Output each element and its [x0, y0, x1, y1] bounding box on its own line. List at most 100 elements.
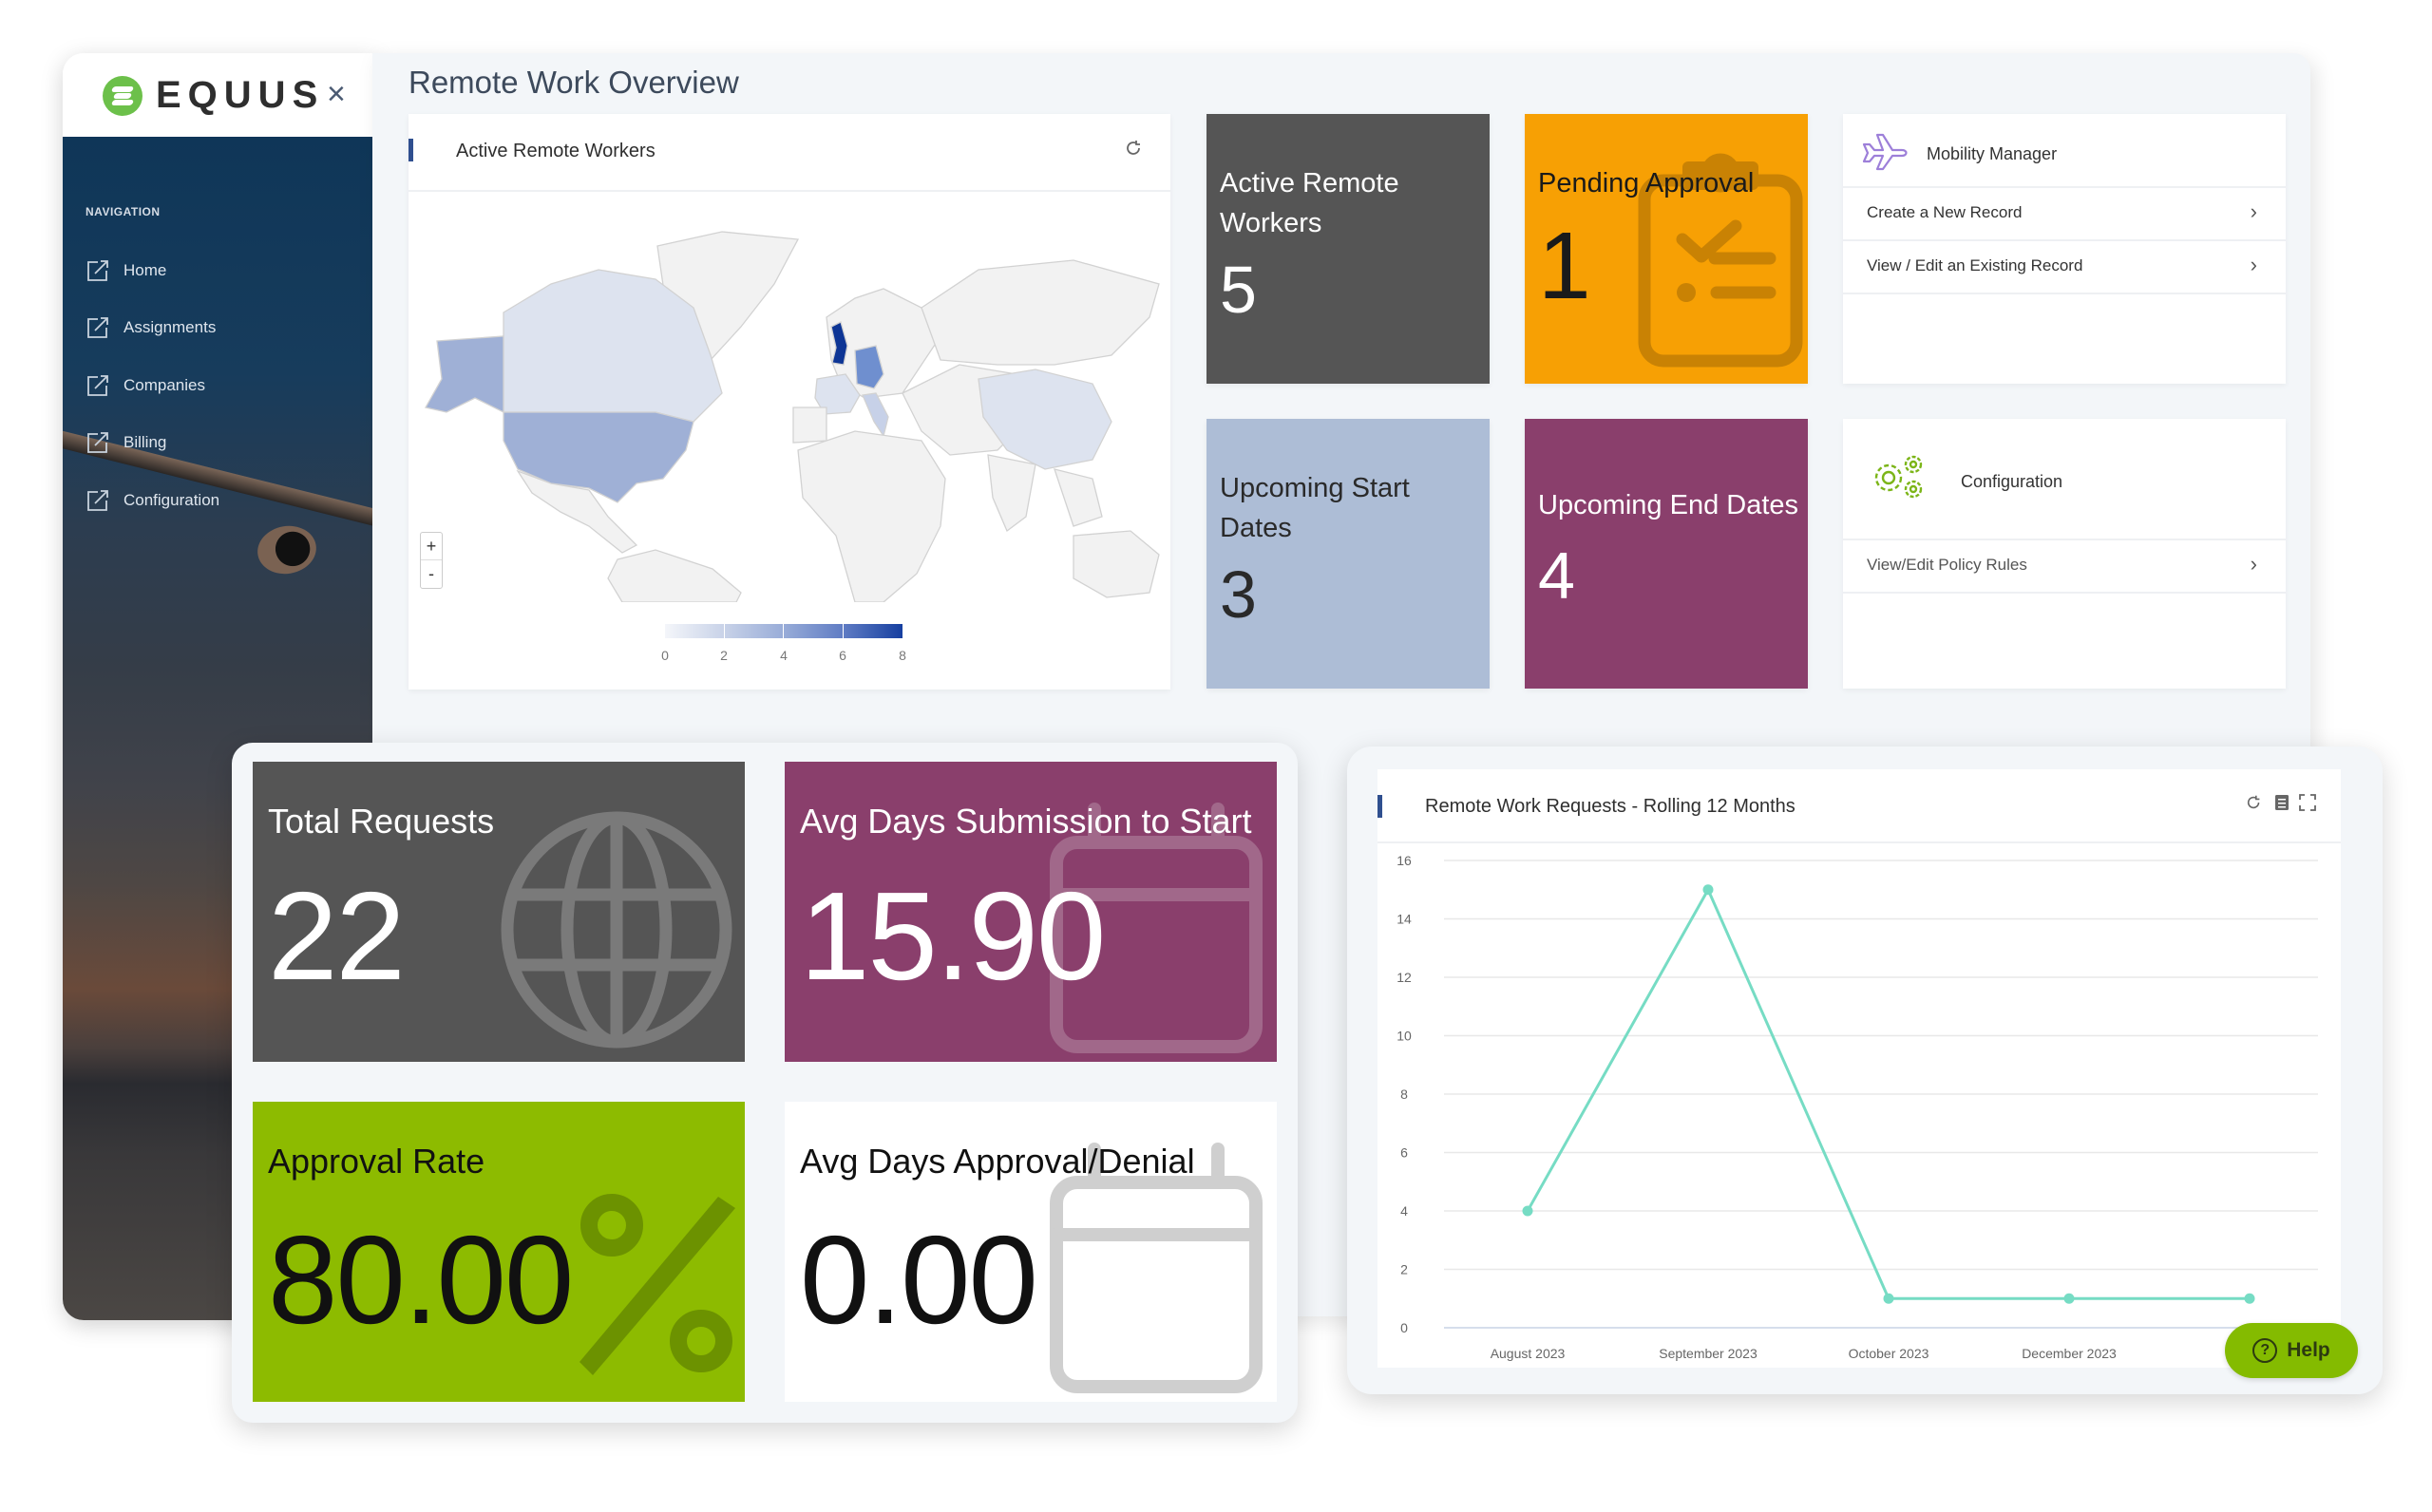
kpi-avg-days-submission-to-start[interactable]: Avg Days Submission to Start 15.90 — [785, 762, 1277, 1062]
kpi-approval-rate[interactable]: Approval Rate 80.00 — [253, 1102, 745, 1402]
tile-active-remote-workers[interactable]: Active Remote Workers 5 — [1206, 114, 1490, 384]
legend-tick: 0 — [661, 648, 669, 663]
y-tick-label: 16 — [1396, 853, 1412, 868]
brand-logo: EQUUS — [103, 74, 324, 117]
remote-work-requests-chart-card: Remote Work Requests - Rolling 12 Months… — [1378, 769, 2341, 1368]
y-tick-label: 12 — [1396, 970, 1412, 985]
sidebar-item-assignments[interactable]: Assignments — [86, 315, 216, 340]
tile-upcoming-start-dates[interactable]: Upcoming Start Dates 3 — [1206, 419, 1490, 689]
help-button[interactable]: ? Help — [2225, 1323, 2358, 1378]
country-alaska — [425, 335, 504, 414]
tile-label: Pending Approval — [1538, 168, 1755, 198]
tile-label: Upcoming End Dates — [1538, 490, 1799, 520]
tile-label: Active Remote Workers — [1220, 168, 1399, 238]
map-zoom-in-button[interactable]: + — [421, 533, 442, 560]
legend-tick: 4 — [780, 648, 788, 663]
tile-value: 1 — [1538, 213, 1591, 319]
sidebar-item-label: Companies — [124, 376, 205, 394]
sidebar-item-home[interactable]: Home — [86, 258, 166, 283]
link-label: View/Edit Policy Rules — [1867, 556, 2027, 574]
kpi-label: Avg Days Approval/Denial — [800, 1142, 1195, 1181]
y-tick-label: 8 — [1400, 1087, 1408, 1102]
tile-pending-approval[interactable]: Pending Approval 1 — [1525, 114, 1808, 384]
country-italy — [862, 392, 889, 438]
help-label: Help — [2287, 1339, 2330, 1361]
data-point — [1522, 1205, 1533, 1217]
y-tick-label: 6 — [1400, 1145, 1408, 1161]
sidebar-item-label: Configuration — [124, 491, 220, 509]
tile-value: 3 — [1220, 558, 1257, 632]
x-tick-label: September 2023 — [1659, 1346, 1758, 1361]
card-title: Mobility Manager — [1927, 144, 2058, 163]
data-point — [2063, 1293, 2075, 1304]
refresh-icon[interactable] — [1125, 139, 1144, 161]
card-title: Active Remote Workers — [456, 141, 656, 161]
page-title: Remote Work Overview — [408, 65, 739, 100]
tile-label: Upcoming Start Dates — [1220, 473, 1410, 543]
equus-logo-icon — [103, 75, 142, 116]
sidebar-item-billing[interactable]: Billing — [86, 430, 166, 455]
sidebar-item-companies[interactable]: Companies — [86, 373, 205, 398]
view-edit-record-link[interactable]: View / Edit an Existing Record › — [1843, 241, 2286, 294]
x-tick-label: August 2023 — [1491, 1346, 1566, 1361]
external-link-icon — [87, 375, 108, 396]
card-header: Configuration — [1843, 419, 2286, 540]
link-label: View / Edit an Existing Record — [1867, 256, 2083, 274]
card-header: Active Remote Workers — [408, 114, 1170, 192]
x-tick-label: December 2023 — [2022, 1346, 2117, 1361]
sidebar-item-label: Billing — [124, 433, 167, 451]
sidebar-item-label: Assignments — [124, 318, 217, 336]
external-link-icon — [87, 490, 108, 511]
kpi-label: Approval Rate — [268, 1142, 485, 1181]
kpi-value: 80.00 — [268, 1210, 574, 1350]
external-link-icon — [87, 317, 108, 338]
airplane-engine-image — [254, 520, 320, 579]
data-point — [2244, 1293, 2255, 1304]
y-tick-label: 4 — [1400, 1203, 1408, 1219]
external-link-icon — [87, 432, 108, 453]
country-china — [978, 369, 1112, 470]
y-tick-label: 0 — [1400, 1320, 1408, 1335]
legend-tick: 8 — [899, 648, 906, 663]
legend-tick: 6 — [839, 648, 846, 663]
link-label: Create a New Record — [1867, 203, 2023, 221]
card-header: Mobility Manager — [1843, 114, 2286, 188]
chevron-right-icon: › — [2250, 253, 2257, 276]
y-tick-label: 14 — [1396, 912, 1412, 927]
sidebar-item-configuration[interactable]: Configuration — [86, 488, 219, 513]
kpi-value: 22 — [268, 866, 406, 1006]
mobility-manager-card: Mobility Manager Create a New Record › V… — [1843, 114, 2286, 384]
sidebar-header: EQUUS × — [63, 53, 376, 137]
kpi-panel: Total Requests 22 Avg Days Submission to… — [232, 743, 1298, 1423]
kpi-total-requests[interactable]: Total Requests 22 — [253, 762, 745, 1062]
chevron-right-icon: › — [2250, 552, 2257, 576]
globe-icon — [501, 811, 732, 1049]
tile-upcoming-end-dates[interactable]: Upcoming End Dates 4 — [1525, 419, 1808, 689]
map-zoom-controls: + - — [420, 532, 443, 589]
tile-value: 5 — [1220, 253, 1257, 327]
external-link-icon — [87, 260, 108, 281]
brand-name: EQUUS — [156, 74, 325, 116]
y-tick-label: 2 — [1400, 1262, 1408, 1277]
view-edit-policy-rules-link[interactable]: View/Edit Policy Rules › — [1843, 540, 2286, 594]
question-circle-icon: ? — [2252, 1338, 2278, 1363]
kpi-value: 0.00 — [800, 1210, 1038, 1350]
kpi-label: Avg Days Submission to Start — [800, 802, 1252, 841]
data-point — [1883, 1293, 1894, 1304]
map-zoom-out-button[interactable]: - — [421, 560, 442, 588]
map-legend-scale — [665, 624, 902, 638]
kpi-value: 15.90 — [800, 866, 1106, 1006]
nav-section-label: NAVIGATION — [86, 205, 161, 218]
active-remote-workers-map-card: Active Remote Workers + - 0 2 4 6 8 — [408, 114, 1170, 690]
airplane-icon — [1862, 133, 1908, 171]
create-new-record-link[interactable]: Create a New Record › — [1843, 188, 2286, 241]
line-chart: 0 2 4 6 8 10 12 14 16 August 2023 September 2023 Oc… — [1396, 853, 2318, 1361]
kpi-avg-days-approval-denial[interactable]: Avg Days Approval/Denial 0.00 — [785, 1102, 1277, 1402]
card-title: Configuration — [1961, 472, 2063, 491]
world-choropleth-map[interactable] — [408, 194, 1170, 602]
percent-icon — [580, 1194, 735, 1375]
tile-value: 4 — [1538, 539, 1575, 613]
legend-tick: 2 — [720, 648, 728, 663]
close-sidebar-button[interactable]: × — [327, 78, 346, 110]
configuration-card: Configuration View/Edit Policy Rules › — [1843, 419, 2286, 689]
